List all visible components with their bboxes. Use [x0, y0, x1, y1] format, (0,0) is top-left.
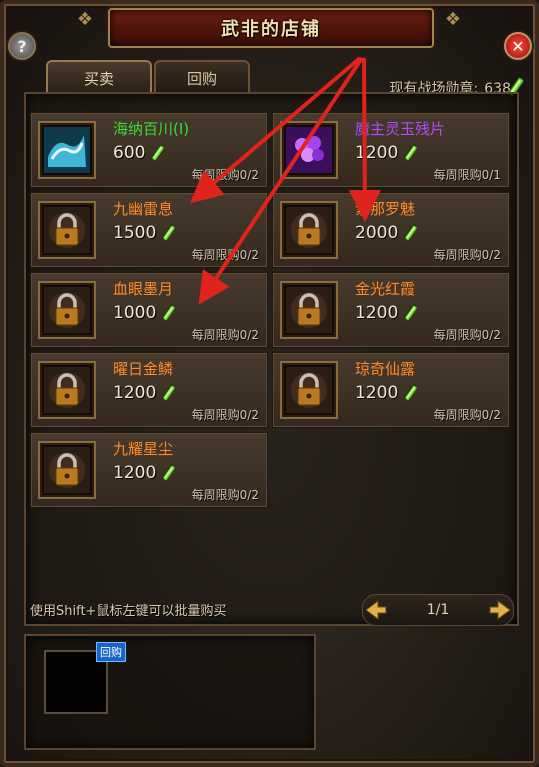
item-name: 海纳百川(I)	[113, 120, 190, 138]
item-weekly-limit: 每周限购0/2	[433, 248, 501, 262]
prev-page-button[interactable]	[363, 597, 389, 623]
item-icon-slot[interactable]	[38, 121, 96, 179]
item-icon-slot[interactable]	[38, 281, 96, 339]
item-price: 600	[113, 143, 146, 163]
shop-item[interactable]: 血眼墨月 1000 每周限购0/2	[30, 272, 268, 348]
item-price-row: 1200	[113, 463, 178, 483]
item-price: 1200	[113, 383, 157, 403]
window-title: 武非的店铺	[221, 19, 321, 40]
item-name: 九耀星尘	[113, 440, 174, 458]
title-bar: 武非的店铺	[108, 8, 434, 48]
help-button[interactable]: ?	[8, 32, 36, 60]
item-weekly-limit: 每周限购0/2	[191, 168, 259, 182]
medal-icon	[162, 305, 176, 321]
shop-item[interactable]: 九幽雷息 1500 每周限购0/2	[30, 192, 268, 268]
item-price-row: 600	[113, 143, 167, 163]
medal-icon	[404, 385, 418, 401]
item-price-row: 1200	[113, 383, 178, 403]
batch-buy-hint: 使用Shift+鼠标左键可以批量购买	[30, 604, 227, 619]
close-button[interactable]: ✕	[504, 32, 532, 60]
item-icon-slot[interactable]	[280, 121, 338, 179]
tab-buyback-label: 回购	[186, 69, 217, 88]
item-name: 魔主灵玉残片	[355, 120, 446, 138]
medal-icon	[162, 385, 176, 401]
help-icon: ?	[17, 36, 27, 56]
item-name: 血眼墨月	[113, 280, 174, 298]
arrow-left-icon	[365, 600, 387, 620]
item-price-row: 1200	[355, 383, 420, 403]
item-weekly-limit: 每周限购0/2	[191, 408, 259, 422]
item-icon-slot[interactable]	[38, 361, 96, 419]
medal-icon	[162, 465, 176, 481]
shop-item[interactable]: 紫那罗魅 2000 每周限购0/2	[272, 192, 510, 268]
item-price-row: 2000	[355, 223, 420, 243]
medal-icon	[404, 225, 418, 241]
item-price: 1000	[113, 303, 157, 323]
shop-item[interactable]: 魔主灵玉残片 1200 每周限购0/1	[272, 112, 510, 188]
close-icon: ✕	[511, 36, 525, 56]
item-price: 1200	[355, 143, 399, 163]
item-icon-slot[interactable]	[280, 201, 338, 259]
item-name: 琼奇仙露	[355, 360, 416, 378]
item-price: 1500	[113, 223, 157, 243]
arrow-right-icon	[489, 600, 511, 620]
item-price-row: 1500	[113, 223, 178, 243]
item-price: 2000	[355, 223, 399, 243]
item-weekly-limit: 每周限购0/2	[433, 328, 501, 342]
title-ornament-right: ❖	[444, 9, 462, 30]
item-weekly-limit: 每周限购0/2	[191, 248, 259, 262]
item-price: 1200	[113, 463, 157, 483]
page-indicator: 1/1	[426, 602, 450, 618]
item-price: 1200	[355, 383, 399, 403]
item-icon-slot[interactable]	[280, 361, 338, 419]
tab-buy-sell-label: 买卖	[83, 69, 114, 88]
item-icon-slot[interactable]	[280, 281, 338, 339]
item-icon-slot[interactable]	[38, 201, 96, 259]
pager: 1/1	[362, 594, 514, 626]
shop-item[interactable]: 金光红霞 1200 每周限购0/2	[272, 272, 510, 348]
medal-icon	[151, 145, 165, 161]
title-ornament-left: ❖	[76, 9, 94, 30]
shop-item[interactable]: 九耀星尘 1200 每周限购0/2	[30, 432, 268, 508]
tab-buy-sell[interactable]: 买卖	[46, 60, 152, 94]
shop-item[interactable]: 琼奇仙露 1200 每周限购0/2	[272, 352, 510, 428]
item-name: 九幽雷息	[113, 200, 174, 218]
tab-buyback[interactable]: 回购	[154, 60, 250, 94]
medal-icon	[404, 305, 418, 321]
item-name: 紫那罗魅	[355, 200, 416, 218]
item-weekly-limit: 每周限购0/2	[191, 488, 259, 502]
shop-item[interactable]: 海纳百川(I) 600 每周限购0/2	[30, 112, 268, 188]
item-price-row: 1000	[113, 303, 178, 323]
item-icon-slot[interactable]	[38, 441, 96, 499]
item-name: 金光红霞	[355, 280, 416, 298]
item-weekly-limit: 每周限购0/2	[433, 408, 501, 422]
next-page-button[interactable]	[487, 597, 513, 623]
item-weekly-limit: 每周限购0/1	[433, 168, 501, 182]
medal-icon	[404, 145, 418, 161]
item-price-row: 1200	[355, 303, 420, 323]
item-name: 曜日金鳞	[113, 360, 174, 378]
medal-icon	[162, 225, 176, 241]
buyback-badge: 回购	[96, 642, 126, 662]
buyback-panel: 回购	[24, 634, 316, 750]
item-price-row: 1200	[355, 143, 420, 163]
shop-item[interactable]: 曜日金鳞 1200 每周限购0/2	[30, 352, 268, 428]
item-weekly-limit: 每周限购0/2	[191, 328, 259, 342]
item-price: 1200	[355, 303, 399, 323]
